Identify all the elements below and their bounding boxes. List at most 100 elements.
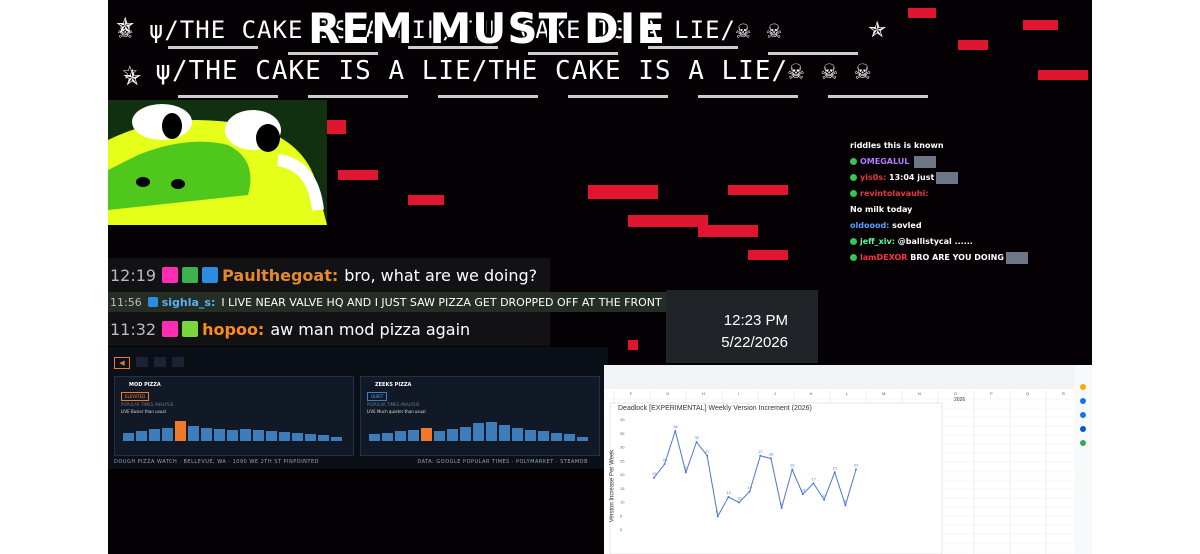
popular-times-bar xyxy=(421,427,432,441)
back-button[interactable]: ◀ xyxy=(114,357,130,369)
side-panel xyxy=(1074,365,1092,554)
column-header: H xyxy=(702,391,705,396)
glitch-line xyxy=(568,95,668,98)
chart-point xyxy=(738,501,741,504)
overlay-chat-user: yis0s: xyxy=(860,173,887,182)
overlay-chat-user: revintolavauhi: xyxy=(860,189,929,198)
chart-point xyxy=(674,430,677,432)
chart-data-label: 21 xyxy=(833,465,838,470)
yoshi-image xyxy=(108,100,327,225)
dashboard-footer-left: DOUGH PIZZA WATCH · BELLEVUE, WA · 1090 … xyxy=(114,459,319,465)
live-status: LIVE Much quieter than usual xyxy=(367,409,426,414)
red-block xyxy=(748,250,788,260)
chat-badge-icon xyxy=(162,267,179,283)
y-tick-label: 30 xyxy=(620,445,625,450)
glitch-line xyxy=(698,95,798,98)
chart-data-label: 26 xyxy=(769,452,774,457)
popular-times-bar xyxy=(525,430,536,441)
popular-times-bar xyxy=(201,427,212,441)
chart-data-label: 36 xyxy=(673,424,678,429)
toolbar-button[interactable] xyxy=(154,357,166,367)
red-block xyxy=(628,340,638,350)
emote-icon xyxy=(914,155,937,168)
chart-data-label: 12 xyxy=(726,490,731,495)
red-block xyxy=(698,225,758,237)
clock-date: 5/22/2026 xyxy=(721,334,788,351)
glitch-line xyxy=(168,46,258,49)
chat-badge-icon xyxy=(850,190,857,197)
star-icon: ✯ xyxy=(868,18,887,43)
popular-times-bar xyxy=(318,434,329,441)
glitch-line xyxy=(308,95,408,98)
popular-times-bar xyxy=(331,436,342,441)
overlay-chat-row: oldoood: sovled xyxy=(850,218,1080,234)
main-chat: 12:19 Paulthegoat: bro, what are we doing?… xyxy=(108,258,816,346)
y-tick-label: 10 xyxy=(620,500,625,505)
popular-times-bar xyxy=(188,425,199,441)
chat-username[interactable]: hopoo: xyxy=(202,320,264,339)
chat-timestamp: 12:19 xyxy=(110,265,157,285)
chat-badge-icon xyxy=(162,321,179,337)
y-tick-label: 40 xyxy=(620,417,625,422)
chat-timestamp: 11:56 xyxy=(110,295,142,309)
red-block xyxy=(338,170,378,180)
chart-point xyxy=(780,507,783,509)
column-header: K xyxy=(810,391,813,396)
pizza-card[interactable]: MOD PIZZA ELEVATED POPULAR TIMES ANALYSIS L… xyxy=(114,376,354,456)
chart-point xyxy=(695,441,698,443)
chart-point xyxy=(769,457,772,460)
column-header: I xyxy=(738,391,739,396)
year-label: 2026 xyxy=(954,397,966,403)
clock-time: 12:23 PM xyxy=(723,312,788,329)
chart-point xyxy=(833,471,836,474)
popular-times-bar xyxy=(577,436,588,441)
side-panel-icon xyxy=(1080,412,1086,418)
chat-text: bro, what are we doing? xyxy=(344,265,538,285)
chart-data-label: 14 xyxy=(748,485,753,490)
side-panel-icon xyxy=(1080,426,1086,432)
emote-icon xyxy=(1005,251,1028,264)
chart-point xyxy=(812,482,815,485)
card-title: ZEEKS PIZZA xyxy=(375,382,412,388)
chat-badge-icon xyxy=(850,174,857,181)
chat-username[interactable]: sighla_s: xyxy=(162,296,216,309)
sheet-header-bar xyxy=(604,365,1092,389)
chart-data-label: 13 xyxy=(801,487,806,492)
red-block xyxy=(628,215,708,227)
glitch-line xyxy=(178,95,278,98)
toolbar-button[interactable] xyxy=(172,357,184,367)
chart-point xyxy=(823,498,826,501)
popular-times-bar xyxy=(253,430,264,441)
y-tick-label: 20 xyxy=(620,472,625,477)
taskbar-clock[interactable]: 12:23 PM 5/22/2026 xyxy=(666,290,818,363)
chat-text: aw man mod pizza again xyxy=(270,319,471,339)
chart-frame xyxy=(609,402,943,554)
chart-data-label: 17 xyxy=(811,476,816,481)
overlay-chat-text: BRO ARE YOU DOING xyxy=(907,253,1004,262)
y-tick-label: 25 xyxy=(620,458,625,463)
popular-times-bar xyxy=(395,431,406,441)
side-panel-icon xyxy=(1080,440,1086,446)
popular-times-bar xyxy=(538,431,549,441)
overlay-chat-row: revintolavauhi: xyxy=(850,186,1080,202)
spreadsheet-window[interactable]: F G H I J K L M N O P Q R 19 24 36 21 32 27 5 12 10 14 27 26 8 22 1… xyxy=(604,365,1092,554)
overlay-chat-text: No milk today xyxy=(850,205,913,214)
chat-badge-icon xyxy=(147,297,158,307)
toolbar-button[interactable] xyxy=(136,357,148,367)
chat-username[interactable]: Paulthegoat: xyxy=(222,266,338,285)
live-status: LIVE Busier than usual xyxy=(121,409,166,414)
overlay-chat-text: sovled xyxy=(889,221,922,230)
popular-times-bar xyxy=(136,431,147,441)
card-subtitle: POPULAR TIMES ANALYSIS xyxy=(367,402,420,407)
column-header: N xyxy=(918,391,921,396)
pizza-card[interactable]: ZEEKS PIZZA QUIET POPULAR TIMES ANALYSIS LI… xyxy=(360,376,600,456)
column-header: Q xyxy=(1026,391,1029,396)
overlay-chat-text: 13:04 just xyxy=(886,173,935,182)
chat-text: I LIVE NEAR VALVE HQ AND I JUST SAW PIZZ… xyxy=(221,295,662,309)
chart-point xyxy=(663,463,666,465)
chart-point xyxy=(791,468,794,471)
popular-times-bar xyxy=(162,427,173,441)
overlay-chat-user: lamDEXOR xyxy=(860,253,908,262)
overlay-chat-text: @ballistycal ...... xyxy=(894,237,973,246)
chart-ylabel: Version Increase Per Week xyxy=(609,449,616,523)
